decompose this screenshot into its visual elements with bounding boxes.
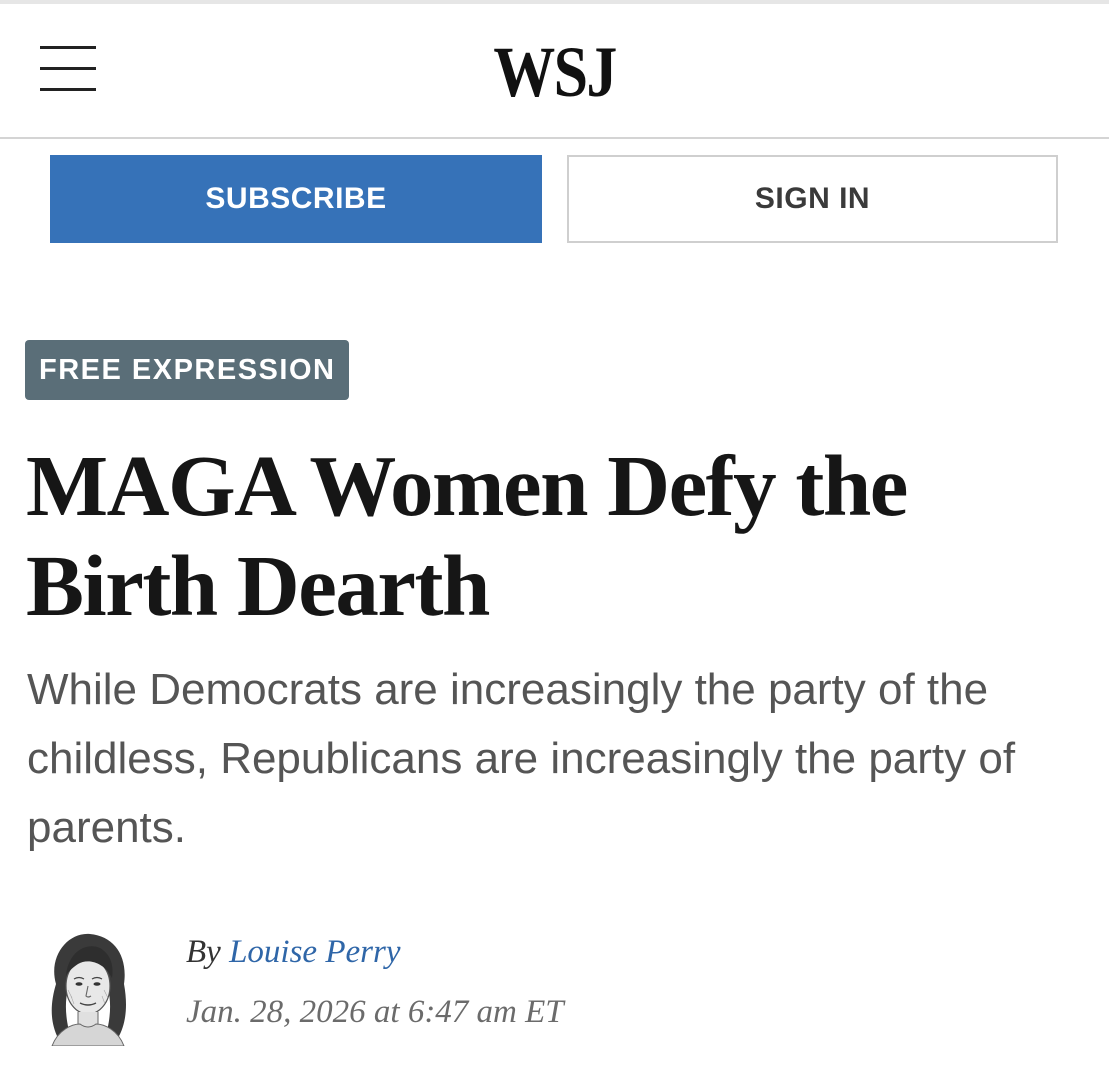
byline: By Louise Perry xyxy=(186,930,400,974)
subscribe-button[interactable]: SUBSCRIBE xyxy=(50,155,542,243)
section-tag[interactable]: FREE EXPRESSION xyxy=(25,340,350,400)
publish-timestamp: Jan. 28, 2026 at 6:47 am ET xyxy=(186,994,564,1030)
site-header: WSJ xyxy=(0,4,1109,139)
byline-prefix: By xyxy=(186,934,221,970)
article-headline: MAGA Women Defy the Birth Dearth xyxy=(26,437,908,634)
sign-in-button[interactable]: SIGN IN xyxy=(567,155,1058,243)
author-portrait-icon xyxy=(51,933,126,1047)
wsj-logo[interactable]: WSJ xyxy=(78,36,1032,108)
author-avatar[interactable] xyxy=(38,926,138,1047)
article-dek: While Democrats are increasingly the par… xyxy=(27,665,1016,852)
author-link[interactable]: Louise Perry xyxy=(229,934,400,970)
